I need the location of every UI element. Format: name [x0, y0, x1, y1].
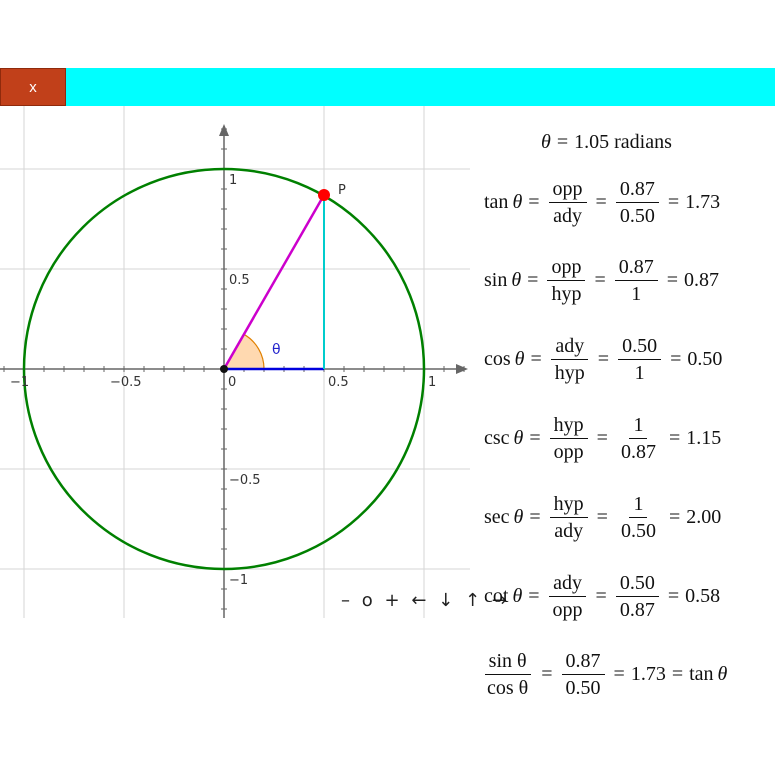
- x-tick-label: 1: [428, 375, 436, 390]
- theta-value: θ = 1.05 radians: [541, 131, 672, 153]
- axes: [0, 124, 468, 618]
- angle-wedge: [222, 333, 265, 370]
- identity-formula: sin θ cos θ = 0.87 0.50 = 1.73 = tan θ: [480, 650, 727, 699]
- y-tick-label: −1: [229, 573, 248, 588]
- x-tick-label: 0: [228, 375, 236, 390]
- y-tick-label: 0.5: [229, 273, 250, 288]
- y-tick-label: −0.5: [229, 473, 261, 488]
- sin-formula: sin θ = opp hyp = 0.87 1 = 0.87: [484, 256, 720, 305]
- x-axis-arrow: [456, 364, 468, 374]
- top-toolbar: [0, 68, 775, 106]
- sec-formula: sec θ = hyp ady = 1 0.50 = 2.00: [484, 493, 722, 542]
- csc-formula: csc θ = hyp opp = 1 0.87 = 1.15: [484, 414, 722, 463]
- close-button[interactable]: x: [0, 68, 66, 106]
- x-tick-label: −0.5: [110, 375, 142, 390]
- zoom-out-button[interactable]: –: [340, 590, 353, 611]
- pan-left-button[interactable]: ←: [410, 590, 429, 611]
- pan-down-button[interactable]: ↓: [437, 590, 456, 611]
- point-p-label: P: [338, 183, 346, 198]
- origin-point: [220, 365, 228, 373]
- x-tick-label: 0.5: [328, 375, 349, 390]
- zoom-in-button[interactable]: +: [383, 590, 402, 611]
- unit-circle-graph[interactable]: P θ −1 −0.5 0 0.5 1 1 0.5 −0.5 −1: [0, 106, 480, 626]
- point-p[interactable]: [318, 189, 330, 201]
- y-tick-label: 1: [229, 173, 237, 188]
- reset-view-button[interactable]: o: [361, 590, 376, 611]
- angle-label: θ: [272, 342, 281, 358]
- cot-formula: cot θ = ady opp = 0.50 0.87 = 0.58: [484, 572, 721, 621]
- y-axis-arrow: [219, 124, 229, 136]
- x-tick-label: −1: [10, 375, 29, 390]
- cos-formula: cos θ = ady hyp = 0.50 1 = 0.50: [484, 335, 723, 384]
- tan-formula: tan θ = opp ady = 0.87 0.50 = 1.73: [484, 178, 721, 227]
- pan-up-button[interactable]: ↑: [464, 590, 483, 611]
